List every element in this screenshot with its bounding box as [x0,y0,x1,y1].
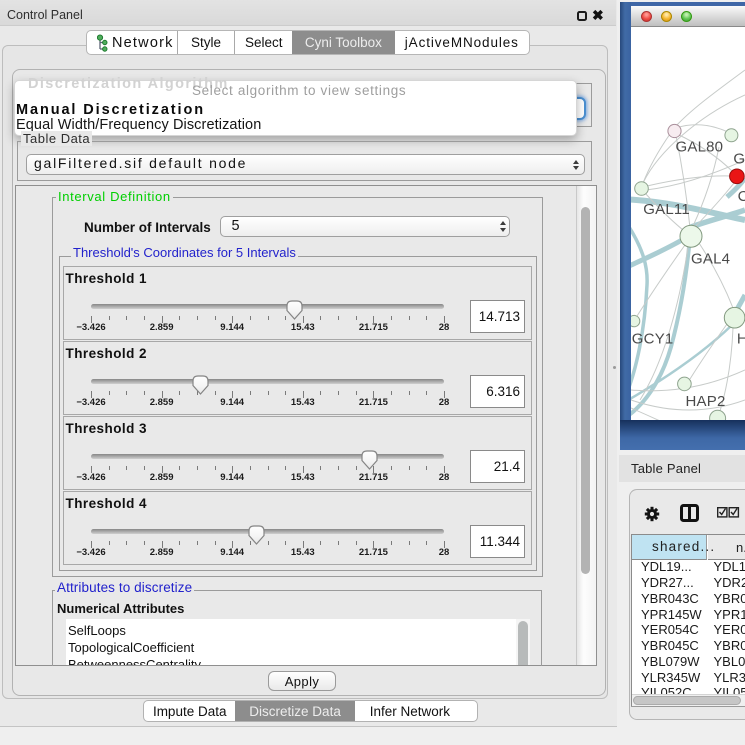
svg-text:C: C [738,188,745,205]
svg-text:HAP2: HAP2 [686,393,726,410]
svg-text:G..: G.. [733,151,745,168]
svg-text:GAL11: GAL11 [643,201,690,218]
svg-text:GCY1: GCY1 [632,331,674,348]
svg-text:H: H [737,331,745,348]
svg-text:GAL4: GAL4 [691,251,730,268]
svg-text:GAL80: GAL80 [676,139,724,156]
